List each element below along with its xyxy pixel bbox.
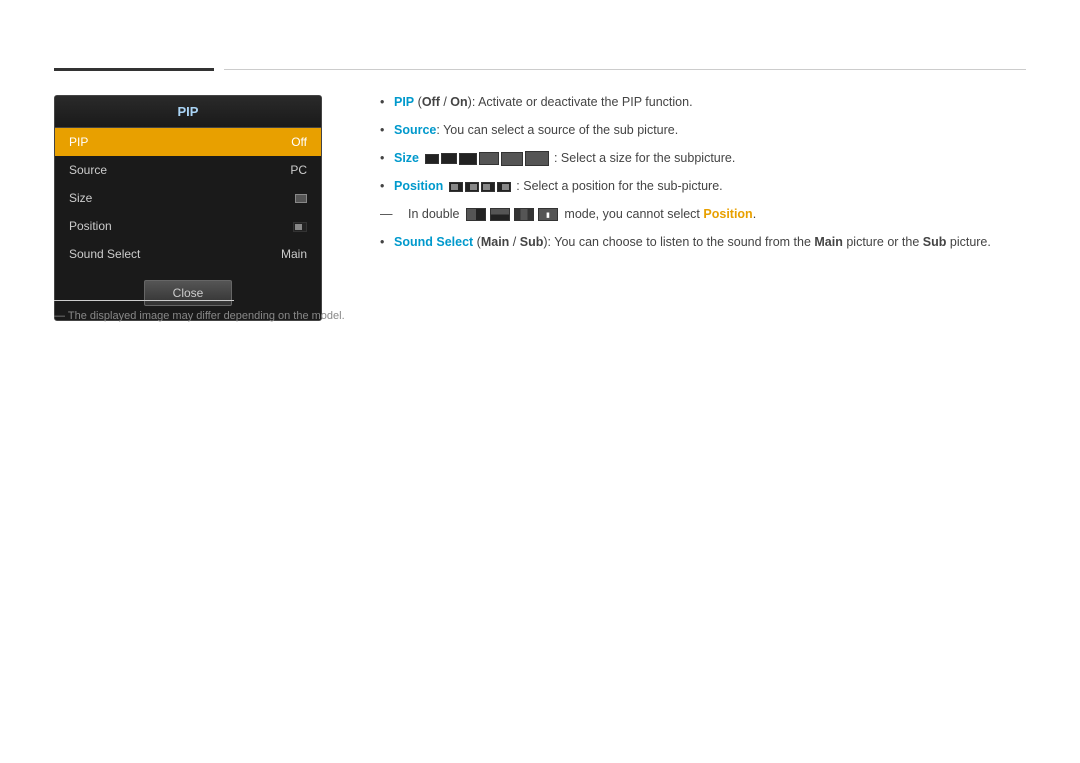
double-icons: ▮	[465, 208, 559, 221]
bullet-position-note: In double ▮ mode, you cannot select Posi…	[380, 200, 1026, 228]
size-icons	[425, 151, 549, 166]
dbl-icon-2	[490, 208, 510, 221]
bullet-size: Size : Select a size for the subpicture.	[380, 144, 1026, 172]
sound-sub-bold: Sub	[923, 235, 947, 249]
source-rest: : You can select a source of the sub pic…	[436, 123, 678, 137]
position-icon	[293, 222, 307, 232]
size-rest: : Select a size for the subpicture.	[554, 151, 735, 165]
position-item-label: Position	[69, 219, 112, 233]
top-rule-container	[54, 68, 1026, 71]
size-icon-3	[459, 153, 477, 165]
position-term: Position	[394, 179, 443, 193]
pos-icon-bl	[481, 182, 495, 192]
bullet-position: Position : Select a position for the sub…	[380, 172, 1026, 200]
pip-menu-item-source[interactable]: Source PC	[55, 156, 321, 184]
pip-menu-item-pip[interactable]: PIP Off	[55, 128, 321, 156]
size-item-value	[295, 191, 307, 205]
pip-rest: ): Activate or deactivate the PIP functi…	[468, 95, 693, 109]
pip-item-label: PIP	[69, 135, 88, 149]
dbl-icon-1	[466, 208, 486, 221]
position-bold-orange: Position	[703, 207, 752, 221]
pip-item-value: Off	[291, 135, 307, 149]
sound-select-value: Main	[281, 247, 307, 261]
pip-panel-title: PIP	[55, 96, 321, 128]
close-button[interactable]: Close	[144, 280, 233, 306]
double-rest: mode, you cannot select	[564, 207, 703, 221]
top-rule-left	[54, 68, 214, 71]
sound-rest-1: : You can choose to listen to the sound …	[548, 235, 815, 249]
size-icon-5	[501, 152, 523, 166]
size-icon-6	[525, 151, 549, 166]
sound-rest-3: picture.	[946, 235, 990, 249]
position-item-value	[293, 219, 307, 233]
pip-menu-item-position[interactable]: Position	[55, 212, 321, 240]
sound-rest-2: picture or the	[843, 235, 923, 249]
pip-off: Off	[422, 95, 440, 109]
top-rule-right	[224, 69, 1026, 70]
position-icons	[449, 182, 511, 192]
pip-menu-item-sound-select[interactable]: Sound Select Main	[55, 240, 321, 268]
note-text: ― The displayed image may differ dependi…	[54, 310, 345, 322]
source-item-label: Source	[69, 163, 107, 177]
sound-main-term: Main	[481, 235, 509, 249]
bullet-sound-select: Sound Select (Main / Sub): You can choos…	[380, 228, 1026, 256]
bullet-pip: PIP (Off / On): Activate or deactivate t…	[380, 88, 1026, 116]
size-icon-1	[425, 154, 439, 164]
description-list: PIP (Off / On): Activate or deactivate t…	[380, 88, 1026, 256]
size-term: Size	[394, 151, 419, 165]
source-item-value: PC	[290, 163, 307, 177]
sound-select-term: Sound Select	[394, 235, 473, 249]
pip-menu-item-size[interactable]: Size	[55, 184, 321, 212]
bottom-rule	[54, 300, 234, 301]
pip-on: On	[450, 95, 467, 109]
sound-select-label: Sound Select	[69, 247, 140, 261]
double-period: .	[753, 207, 756, 221]
pip-slash: /	[440, 95, 450, 109]
sound-main-bold: Main	[814, 235, 842, 249]
pip-term: PIP	[394, 95, 414, 109]
size-item-label: Size	[69, 191, 92, 205]
sound-slash: /	[509, 235, 519, 249]
bullet-source: Source: You can select a source of the s…	[380, 116, 1026, 144]
position-rest: : Select a position for the sub-picture.	[516, 179, 722, 193]
pos-icon-br	[497, 182, 511, 192]
double-prefix: In double	[408, 207, 463, 221]
dbl-icon-3	[514, 208, 534, 221]
sound-sub-term: Sub	[520, 235, 544, 249]
size-icon-2	[441, 153, 457, 164]
right-content: PIP (Off / On): Activate or deactivate t…	[380, 88, 1026, 256]
dbl-icon-4: ▮	[538, 208, 558, 221]
pip-panel: PIP PIP Off Source PC Size Position Soun…	[54, 95, 322, 321]
pos-icon-tl	[449, 182, 463, 192]
size-icon-4	[479, 152, 499, 165]
pos-icon-tr	[465, 182, 479, 192]
source-term: Source	[394, 123, 436, 137]
